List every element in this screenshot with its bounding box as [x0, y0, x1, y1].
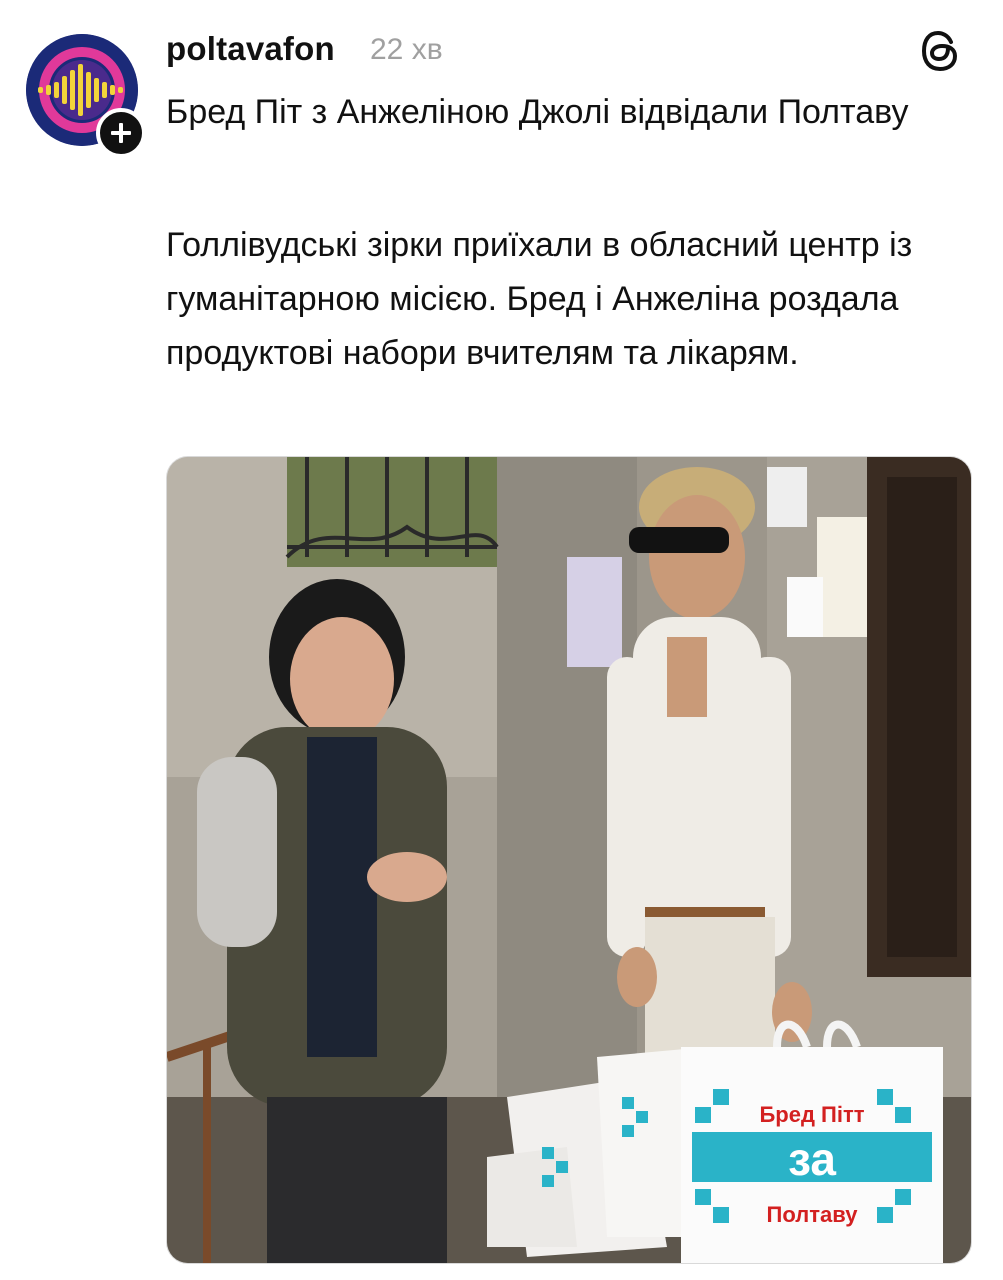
- plus-icon: [111, 123, 131, 143]
- threads-logo-icon[interactable]: [918, 28, 964, 74]
- post-body: Голлівудські зірки приїхали в обласний ц…: [166, 226, 913, 372]
- post-headline: Бред Піт з Анжеліною Джолі відвідали Пол…: [166, 93, 909, 131]
- front-bag: Бред Пітт за Полтаву: [681, 1020, 943, 1263]
- post-photo[interactable]: Бред Пітт за Полтаву: [166, 456, 972, 1264]
- username[interactable]: poltavafon: [166, 30, 335, 68]
- post-timestamp: 22 хв: [370, 33, 443, 66]
- bag-label-name: Бред Пітт: [759, 1102, 864, 1127]
- photo-scene: Бред Пітт за Полтаву: [167, 457, 971, 1263]
- bag-label-city: Полтаву: [767, 1202, 859, 1227]
- follow-button[interactable]: [96, 108, 146, 158]
- bag-label-za: за: [788, 1133, 836, 1185]
